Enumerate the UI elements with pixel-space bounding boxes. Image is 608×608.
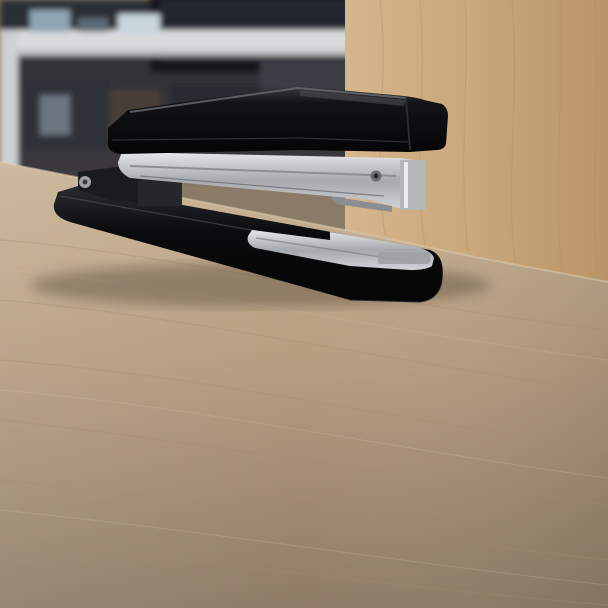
photo-scene xyxy=(0,0,608,608)
photo-illustration xyxy=(0,0,608,608)
